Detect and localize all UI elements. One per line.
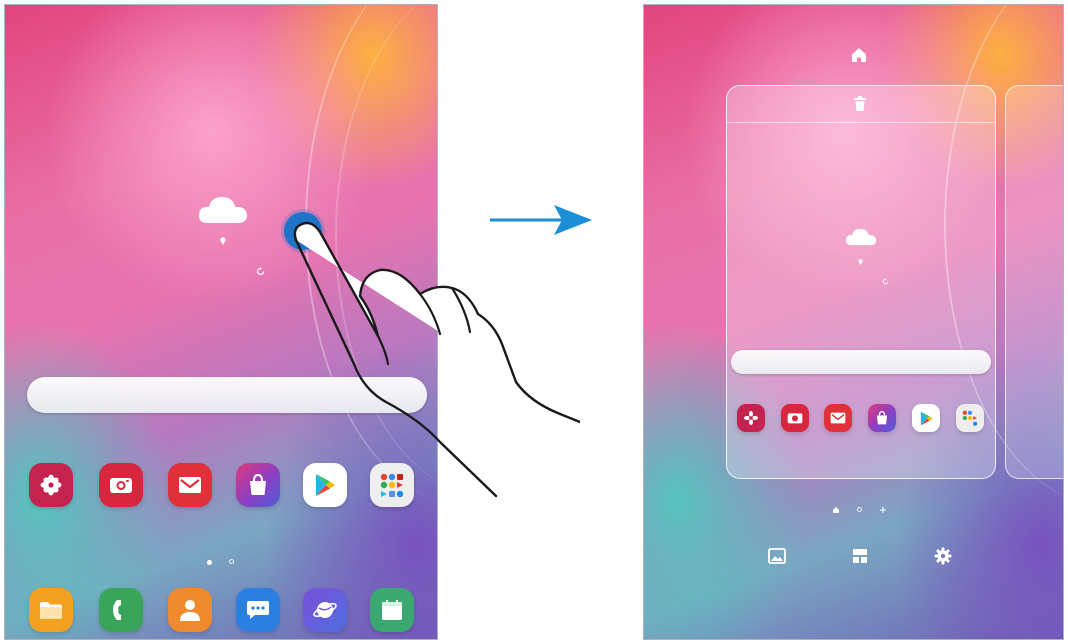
refresh-icon[interactable] (256, 267, 265, 276)
galaxy-store-app (868, 404, 896, 432)
trash-icon[interactable] (853, 96, 867, 112)
galaxy-store-icon (250, 473, 266, 495)
calendar-app[interactable] (370, 588, 414, 632)
my-files-icon (40, 602, 62, 619)
search-bar (731, 350, 991, 374)
home-page-preview[interactable] (726, 85, 996, 479)
add-page-icon[interactable] (880, 507, 886, 513)
widgets-icon (853, 549, 867, 563)
camera-app (781, 404, 809, 432)
settings-icon (934, 547, 952, 565)
page-dot[interactable] (229, 559, 234, 564)
camera-icon (787, 413, 803, 424)
my-files-app[interactable] (29, 588, 73, 632)
email-icon (830, 412, 846, 424)
messages-icon (247, 601, 269, 619)
page-dot[interactable] (857, 507, 862, 512)
phone-icon (113, 600, 121, 620)
panel-divider (727, 122, 995, 123)
home-page-dot-icon[interactable] (833, 507, 839, 513)
wallpapers-icon (768, 548, 786, 564)
galaxy-store-app[interactable] (236, 463, 280, 507)
home-icon[interactable] (851, 47, 867, 63)
internet-icon (313, 602, 337, 618)
gallery-icon (40, 474, 62, 496)
play-store-app (912, 404, 940, 432)
google-folder-icon (962, 410, 978, 426)
gallery-icon (744, 411, 758, 425)
hand-icon (293, 221, 580, 498)
home-screen-settings-button[interactable] (928, 541, 958, 571)
camera-app[interactable] (99, 463, 143, 507)
calendar-icon (382, 600, 402, 620)
location-pin-icon (858, 259, 863, 265)
cloud-icon (198, 197, 247, 223)
email-app (824, 404, 852, 432)
email-app[interactable] (168, 463, 212, 507)
galaxy-store-icon (876, 410, 888, 425)
google-folder (956, 404, 984, 432)
camera-icon (110, 478, 132, 493)
phone-app[interactable] (99, 588, 143, 632)
gallery-app (737, 404, 765, 432)
arrow-right-icon (490, 205, 592, 235)
cloud-icon (845, 228, 877, 246)
contacts-icon (180, 600, 200, 621)
internet-app[interactable] (303, 588, 347, 632)
next-page-preview[interactable] (1005, 85, 1063, 479)
gallery-app[interactable] (29, 463, 73, 507)
email-icon (179, 477, 201, 493)
weather-widget[interactable] (190, 185, 270, 276)
messages-app[interactable] (236, 588, 280, 632)
widgets-button[interactable] (845, 541, 875, 571)
page-dot-active[interactable] (207, 560, 212, 565)
contacts-app[interactable] (168, 588, 212, 632)
refresh-icon (882, 278, 889, 285)
edit-mode-screen (643, 4, 1064, 640)
location-pin-icon (220, 237, 226, 245)
play-store-icon (920, 411, 933, 425)
wallpapers-button[interactable] (762, 541, 792, 571)
